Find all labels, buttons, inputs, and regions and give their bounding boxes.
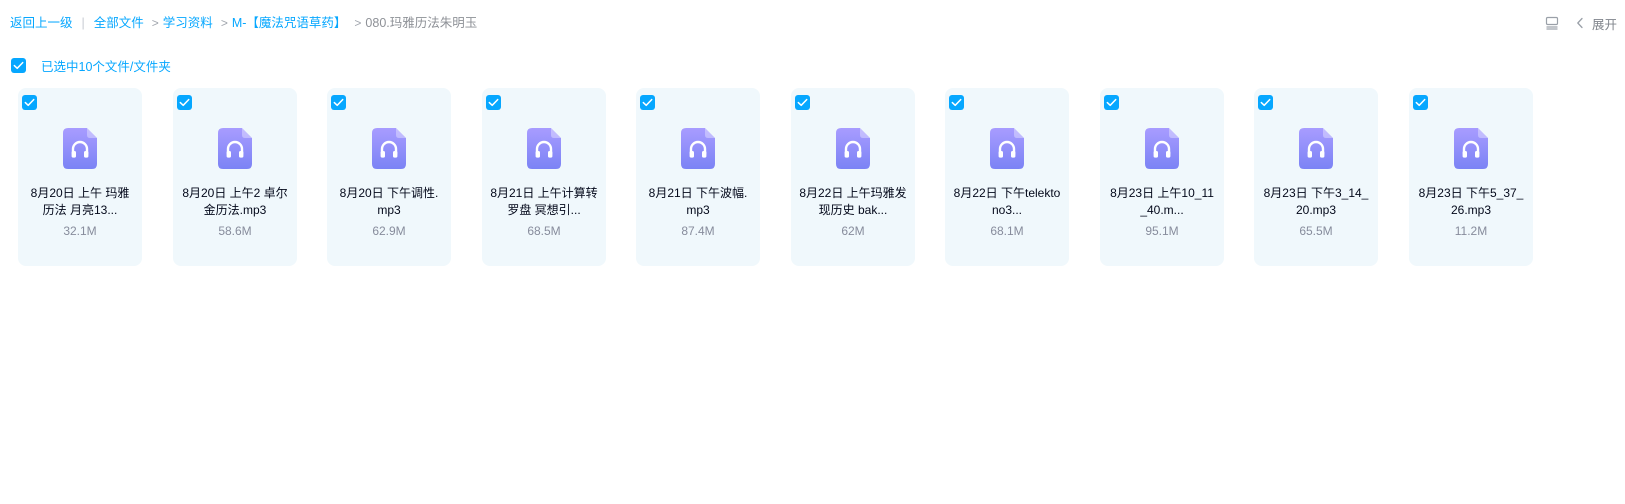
file-card[interactable]: 8月23日 上午10_11_40.m... 95.1M	[1100, 88, 1224, 266]
file-card[interactable]: 8月20日 下午调性.mp3 62.9M	[327, 88, 451, 266]
checkmark-icon	[797, 98, 808, 107]
select-all-bar: 已选中10个文件/文件夹	[11, 57, 171, 74]
file-card[interactable]: 8月20日 上午2 卓尔金历法.mp3 58.6M	[173, 88, 297, 266]
file-card[interactable]: 8月23日 下午5_37_26.mp3 11.2M	[1409, 88, 1533, 266]
file-card[interactable]: 8月20日 上午 玛雅历法 月亮13... 32.1M	[18, 88, 142, 266]
top-actions: 展开	[1542, 13, 1617, 33]
file-name: 8月20日 下午调性.mp3	[339, 186, 439, 217]
audio-file-icon	[681, 128, 715, 169]
file-size: 32.1M	[63, 224, 97, 238]
checkmark-icon	[1106, 98, 1117, 107]
file-checkbox[interactable]	[1104, 95, 1119, 110]
file-card[interactable]: 8月22日 上午玛雅发现历史 bak... 62M	[791, 88, 915, 266]
file-checkbox[interactable]	[1258, 95, 1273, 110]
file-name: 8月23日 上午10_11_40.m...	[1110, 186, 1214, 217]
file-size: 95.1M	[1145, 224, 1179, 238]
file-checkbox[interactable]	[22, 95, 37, 110]
breadcrumb-separator: >	[220, 16, 228, 30]
audio-file-icon	[63, 128, 97, 169]
file-name: 8月22日 上午玛雅发现历史 bak...	[799, 186, 907, 217]
breadcrumb-item-study-materials[interactable]: 学习资料	[163, 15, 213, 31]
file-size: 62.9M	[372, 224, 406, 238]
select-all-checkbox[interactable]	[11, 57, 26, 73]
checkmark-icon	[179, 98, 190, 107]
list-view-button[interactable]	[1542, 13, 1562, 33]
file-checkbox[interactable]	[949, 95, 964, 110]
breadcrumb-current: 080.玛雅历法朱明玉	[365, 16, 478, 30]
audio-file-icon	[372, 128, 406, 169]
selection-count-text: 已选中10个文件/文件夹	[41, 59, 171, 74]
file-checkbox[interactable]	[331, 95, 346, 110]
file-card[interactable]: 8月21日 上午计算转罗盘 冥想引... 68.5M	[482, 88, 606, 266]
file-checkbox[interactable]	[640, 95, 655, 110]
file-name: 8月23日 下午3_14_20.mp3	[1263, 186, 1369, 217]
file-size: 11.2M	[1454, 224, 1488, 238]
file-checkbox[interactable]	[795, 95, 810, 110]
file-grid: 8月20日 上午 玛雅历法 月亮13... 32.1M 8月20日 上午2 卓尔…	[18, 88, 1538, 268]
top-bar: 返回上一级 | 全部文件 > 学习资料 > M-【魔法咒语草药】 > 080.玛…	[0, 0, 1625, 46]
file-size: 58.6M	[218, 224, 252, 238]
file-size: 62M	[841, 224, 865, 238]
file-card[interactable]: 8月22日 下午telektono3... 68.1M	[945, 88, 1069, 266]
file-size: 68.5M	[527, 224, 561, 238]
file-name: 8月21日 下午波幅.mp3	[648, 186, 748, 217]
checkmark-icon	[642, 98, 653, 107]
checkmark-icon	[333, 98, 344, 107]
file-name: 8月23日 下午5_37_26.mp3	[1418, 186, 1524, 217]
file-card[interactable]: 8月21日 下午波幅.mp3 87.4M	[636, 88, 760, 266]
list-view-icon	[1545, 16, 1559, 30]
checkmark-icon	[1260, 98, 1271, 107]
expand-label: 展开	[1591, 17, 1617, 32]
file-name: 8月22日 下午telektono3...	[953, 186, 1061, 217]
breadcrumb-separator: >	[151, 16, 159, 30]
checkmark-icon	[13, 61, 24, 69]
file-checkbox[interactable]	[486, 95, 501, 110]
file-name: 8月21日 上午计算转罗盘 冥想引...	[490, 186, 598, 217]
audio-file-icon	[218, 128, 252, 169]
chevron-left-icon	[1577, 17, 1583, 29]
back-link[interactable]: 返回上一级	[10, 15, 73, 31]
file-size: 87.4M	[681, 224, 715, 238]
checkmark-icon	[1415, 98, 1426, 107]
audio-file-icon	[990, 128, 1024, 169]
checkmark-icon	[488, 98, 499, 107]
audio-file-icon	[1454, 128, 1488, 169]
file-name: 8月20日 上午 玛雅历法 月亮13...	[30, 186, 130, 217]
file-checkbox[interactable]	[177, 95, 192, 110]
breadcrumb-item-magic-herbs[interactable]: M-【魔法咒语草药】	[232, 15, 347, 31]
audio-file-icon	[836, 128, 870, 169]
file-size: 68.1M	[990, 224, 1024, 238]
audio-file-icon	[1299, 128, 1333, 169]
breadcrumb-item-all-files[interactable]: 全部文件	[94, 15, 144, 31]
file-card[interactable]: 8月23日 下午3_14_20.mp3 65.5M	[1254, 88, 1378, 266]
breadcrumb-divider: |	[81, 16, 85, 30]
file-checkbox[interactable]	[1413, 95, 1428, 110]
file-size: 65.5M	[1299, 224, 1333, 238]
checkmark-icon	[951, 98, 962, 107]
checkmark-icon	[24, 98, 35, 107]
breadcrumb-separator: >	[354, 16, 362, 30]
file-name: 8月20日 上午2 卓尔金历法.mp3	[182, 186, 288, 217]
expand-button[interactable]: 展开	[1576, 14, 1617, 33]
audio-file-icon	[1145, 128, 1179, 169]
breadcrumb: 返回上一级 | 全部文件 > 学习资料 > M-【魔法咒语草药】 > 080.玛…	[10, 15, 477, 31]
audio-file-icon	[527, 128, 561, 169]
